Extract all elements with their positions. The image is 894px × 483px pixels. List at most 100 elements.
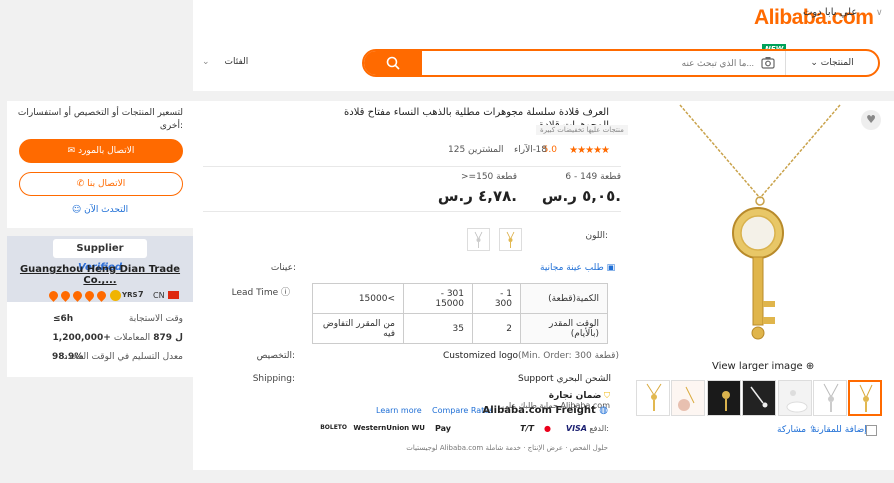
- search-category-select[interactable]: ⌄ المنتجات: [792, 51, 872, 75]
- table-cell: 301 - 15000: [403, 283, 473, 314]
- gallery-thumb[interactable]: [813, 380, 847, 416]
- language-chevron-icon[interactable]: ∨: [876, 8, 883, 18]
- chat-icon: ☺: [71, 205, 85, 215]
- freight-title: Alibaba.com Freight ◍: [482, 405, 608, 416]
- search-divider: [785, 51, 786, 75]
- supplier-stat: 1,200,000+ ل 879 المعاملات: [7, 333, 193, 349]
- freight-label: Alibaba.com Freight: [482, 405, 596, 416]
- categories-label: الفئات: [224, 57, 249, 67]
- samples-label: عينات:: [270, 263, 296, 273]
- search-button[interactable]: [364, 51, 422, 75]
- compare-checkbox[interactable]: [866, 425, 877, 436]
- gold-supplier-icon: [110, 290, 121, 301]
- western-union-icon: WesternUnion WU: [353, 424, 425, 432]
- reviews-count: 18: [535, 145, 547, 155]
- customized-logo: Customized logo: [443, 351, 519, 361]
- lead-time-text: Lead Time: [231, 288, 279, 298]
- favorite-heart-icon[interactable]: ♥: [861, 110, 881, 130]
- reviews-link[interactable]: الآراء-: [514, 145, 536, 155]
- rating-stars: ★★★★★: [569, 145, 610, 156]
- chat-now-link[interactable]: ☺ التحدث الآن: [7, 205, 193, 215]
- contact-card: لتسعير المنتجات أو التخصيص أو استفسارات …: [7, 101, 193, 228]
- price-tier-qty: >=150 قطعة: [461, 172, 517, 182]
- add-to-compare[interactable]: إضافة للمقارنة: [812, 425, 867, 435]
- learn-more-link[interactable]: Learn more: [376, 406, 422, 415]
- product-main-image[interactable]: [640, 103, 880, 353]
- years-label: YRS: [122, 291, 138, 299]
- call-us-label: الاتصال بنا: [87, 179, 126, 189]
- customization-label: التخصيص:: [256, 351, 295, 361]
- tt-icon: T/T: [520, 424, 534, 433]
- call-us-button[interactable]: ✆ الاتصال بنا: [19, 172, 183, 196]
- share-icon: ⇪: [808, 425, 817, 435]
- visa-icon: VISA: [565, 424, 587, 433]
- boleto-icon: BOLETO: [320, 424, 347, 431]
- free-sample-link[interactable]: طلب عينة مجانية ▣: [540, 263, 615, 273]
- lead-time-table: الكمية(قطعة) 1 - 300 301 - 15000 >15000 …: [312, 283, 608, 344]
- color-option[interactable]: [467, 228, 490, 251]
- gallery-thumb[interactable]: [742, 380, 776, 416]
- supplier-name[interactable]: Guangzhou Heng Dian Trade Co.,...: [7, 264, 193, 286]
- gallery-thumb[interactable]: [636, 380, 670, 416]
- price-tier-price: ٥,٠٥ ر.س.: [541, 187, 621, 205]
- trade-assurance-row: ضمان تجارة ⛉: [440, 391, 610, 401]
- price-tier: 6 - 149 قطعة ٥,٠٥ ر.س.: [511, 172, 621, 205]
- table-cell: الوقت المقدر (بالأيام): [520, 313, 608, 344]
- chat-now-label: التحدث الآن: [84, 205, 129, 215]
- gallery-thumb[interactable]: [848, 380, 882, 416]
- reviews-label: الآراء: [514, 145, 533, 155]
- table-row: الكمية(قطعة) 1 - 300 301 - 15000 >15000: [312, 283, 608, 314]
- diamond-icon: [71, 289, 84, 302]
- price-tier: >=150 قطعة ٤,٧٨ ر.س.: [407, 172, 517, 205]
- divider: [203, 166, 621, 167]
- categories-menu[interactable]: ⌄ الفئات: [202, 57, 248, 67]
- stat-label: وقت الاستجابة: [128, 314, 183, 324]
- divider: [203, 211, 621, 212]
- payments-label: الدفع:: [589, 424, 609, 433]
- supplier-stat: 98.9% معدل التسليم في الوقت المحدد: [7, 352, 193, 368]
- diamond-icon: [47, 289, 60, 302]
- buyers-count: 125 المشترين: [448, 145, 504, 155]
- supplier-stat: ≤6h وقت الاستجابة: [7, 314, 193, 330]
- logo-subtitle: علي بابا دوت: [803, 7, 858, 18]
- mail-icon: ✉: [67, 146, 79, 156]
- table-cell: 35: [403, 313, 473, 344]
- search-category-label: المنتجات: [820, 58, 854, 68]
- customization-option: Customized logo(Min. Order: 300 قطعة): [443, 351, 619, 361]
- stat-label: المعاملات: [113, 333, 151, 343]
- share-label: مشاركة: [777, 425, 807, 435]
- country-code: CN: [153, 291, 165, 300]
- gallery-thumb[interactable]: [707, 380, 741, 416]
- phone-icon: ✆: [76, 179, 88, 189]
- trade-assurance-title: ضمان تجارة: [548, 391, 602, 401]
- shield-icon: ⛉: [604, 391, 610, 400]
- payment-methods: الدفع: VISA ● T/T Pay WesternUnion WU BO…: [316, 424, 609, 436]
- stat-value: ≤6h: [53, 314, 74, 324]
- supplier-tag-text: Supplier: [76, 243, 124, 254]
- mastercard-icon: ●: [544, 424, 551, 433]
- color-option[interactable]: [499, 228, 522, 251]
- stat-label: معدل التسليم في الوقت المحدد: [63, 352, 183, 362]
- table-row: الوقت المقدر (بالأيام) 2 35 من المقرر ال…: [312, 313, 608, 344]
- share-button[interactable]: مشاركة ⇪: [777, 425, 816, 435]
- price-tier-price: ٤,٧٨ ر.س.: [437, 187, 517, 205]
- camera-icon[interactable]: [761, 56, 775, 69]
- info-icon[interactable]: ⓘ: [278, 288, 290, 298]
- shipping-label: Shipping:: [252, 374, 295, 384]
- gallery-thumb[interactable]: [671, 380, 705, 416]
- search-icon: [386, 56, 400, 70]
- lead-time-label: Lead Time ⓘ: [230, 285, 290, 298]
- view-larger-link[interactable]: View larger image ⊕: [712, 361, 814, 372]
- globe-icon: ◍: [599, 405, 608, 416]
- gallery-thumb[interactable]: [778, 380, 812, 416]
- table-cell: 2: [472, 313, 521, 344]
- box-icon: ▣: [606, 263, 616, 273]
- color-label: اللون:: [585, 231, 608, 241]
- table-cell: من المقرر التفاوض فيه: [312, 313, 404, 344]
- contact-supplier-button[interactable]: ✉ الاتصال بالمورد: [19, 139, 183, 163]
- discount-tag: منتجات عليها تخفيضات كبيرة: [536, 125, 628, 135]
- search-input[interactable]: [444, 51, 754, 75]
- table-cell: >15000: [312, 283, 404, 314]
- diamond-icon: [83, 289, 96, 302]
- verified-supplier-tag: Supplier Verified: [53, 239, 147, 273]
